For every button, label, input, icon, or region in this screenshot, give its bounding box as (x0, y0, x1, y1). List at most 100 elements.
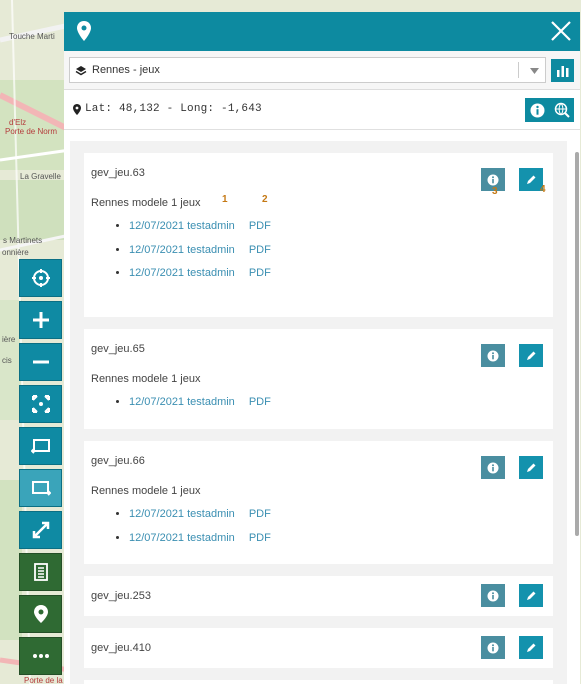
map-marker-icon (73, 104, 81, 115)
feature-card (84, 680, 553, 684)
pdf-link[interactable]: PDF (249, 220, 271, 232)
zoom-in-icon (32, 312, 49, 328)
pencil-icon (527, 463, 536, 472)
pencil-icon (527, 175, 536, 184)
close-icon[interactable] (550, 20, 572, 42)
info-icon[interactable] (530, 103, 545, 118)
map-label: Porte de Norm (5, 127, 58, 136)
feature-subtitle: Rennes modele 1 jeux (91, 197, 201, 209)
annotation-number: 4 (540, 184, 546, 195)
feature-subtitle: Rennes modele 1 jeux (91, 485, 201, 497)
document-item: 12/07/2021 testadmin PDF (129, 262, 553, 286)
document-item: 12/07/2021 testadmin PDF (129, 215, 553, 239)
feature-actions (467, 168, 543, 191)
layer-select[interactable]: Rennes - jeux (69, 57, 546, 83)
info-button[interactable] (481, 636, 505, 659)
info-icon (487, 590, 499, 601)
select-divider (518, 62, 519, 78)
pdf-link[interactable]: PDF (249, 532, 271, 544)
map-label: La Gravelle (20, 172, 61, 181)
edit-button[interactable] (519, 344, 543, 367)
pdf-link[interactable]: PDF (249, 508, 271, 520)
info-button[interactable] (481, 344, 505, 367)
fullscreen-button[interactable] (19, 511, 62, 549)
document-link[interactable]: 12/07/2021 testadmin (129, 267, 235, 279)
info-icon (487, 174, 499, 185)
next-extent-icon (31, 481, 51, 496)
map-label: onnière (2, 248, 29, 257)
pencil-icon (527, 351, 536, 360)
locate-button[interactable] (19, 259, 62, 297)
legend-list-button[interactable] (19, 553, 62, 591)
document-link[interactable]: 12/07/2021 testadmin (129, 532, 235, 544)
feature-card: gev_jeu.66 Rennes modele 1 jeux 12/07/20… (84, 441, 553, 564)
globe-search-icon[interactable] (554, 102, 570, 118)
layers-icon (75, 66, 87, 76)
feature-card: gev_jeu.63 Rennes modele 1 jeux 12/07/20… (84, 153, 553, 317)
feature-card: gev_jeu.410 (84, 628, 553, 668)
coordinates-row: Lat: 48,132 - Long: -1,643 (64, 90, 580, 130)
pdf-link[interactable]: PDF (249, 244, 271, 256)
document-link[interactable]: 12/07/2021 testadmin (129, 244, 235, 256)
feature-card: gev_jeu.65 Rennes modele 1 jeux 12/07/20… (84, 329, 553, 429)
zoom-in-button[interactable] (19, 301, 62, 339)
coordinates-actions (525, 98, 574, 122)
feature-list: gev_jeu.63 Rennes modele 1 jeux 12/07/20… (70, 141, 567, 684)
info-icon (487, 462, 499, 473)
full-extent-icon (31, 395, 50, 413)
feature-actions (467, 584, 543, 607)
document-item: 12/07/2021 testadmin PDF (129, 527, 553, 551)
feature-actions (467, 636, 543, 659)
feature-subtitle: Rennes modele 1 jeux (91, 373, 201, 385)
marker-button[interactable] (19, 595, 62, 633)
map-label: d'Elz (9, 118, 27, 127)
document-link[interactable]: 12/07/2021 testadmin (129, 396, 235, 408)
zoom-out-button[interactable] (19, 343, 62, 381)
pdf-link[interactable]: PDF (249, 396, 271, 408)
map-label: Touche Marti (9, 32, 55, 41)
map-label: cis (2, 356, 12, 365)
feature-info-panel: Rennes - jeux Lat: 48,132 - Long: -1,643 (64, 12, 580, 684)
edit-button[interactable] (519, 636, 543, 659)
annotation-number: 1 (222, 194, 228, 205)
stats-button[interactable] (551, 59, 574, 82)
feature-card: gev_jeu.253 (84, 576, 553, 616)
zoom-out-icon (32, 360, 49, 364)
map-label: s Martinets (3, 236, 43, 245)
panel-header (64, 12, 580, 51)
layer-row: Rennes - jeux (64, 51, 580, 90)
map-toolbar (19, 259, 62, 679)
pdf-link[interactable]: PDF (249, 267, 271, 279)
full-extent-button[interactable] (19, 385, 62, 423)
document-item: 12/07/2021 testadmin PDF (129, 239, 553, 263)
pencil-icon (527, 643, 536, 652)
more-button[interactable] (19, 637, 62, 675)
feature-actions (467, 456, 543, 479)
document-link[interactable]: 12/07/2021 testadmin (129, 508, 235, 520)
info-button[interactable] (481, 456, 505, 479)
layer-select-value: Rennes - jeux (92, 64, 160, 76)
annotation-number: 2 (262, 194, 268, 205)
document-list: 12/07/2021 testadmin PDF (84, 391, 553, 415)
bar-chart-icon (556, 65, 568, 77)
edit-button[interactable] (519, 456, 543, 479)
next-extent-button[interactable] (19, 469, 62, 507)
document-item: 12/07/2021 testadmin PDF (129, 391, 553, 415)
previous-extent-button[interactable] (19, 427, 62, 465)
edit-button[interactable] (519, 584, 543, 607)
more-icon (32, 654, 49, 658)
annotation-number: 3 (492, 186, 498, 197)
pencil-icon (527, 591, 536, 600)
locate-icon (31, 269, 50, 287)
info-icon (487, 642, 499, 653)
feature-actions (467, 344, 543, 367)
map-marker-icon (77, 21, 91, 41)
document-link[interactable]: 12/07/2021 testadmin (129, 220, 235, 232)
coordinates-text: Lat: 48,132 - Long: -1,643 (85, 103, 262, 115)
map-label: ière (2, 335, 16, 344)
info-icon (487, 350, 499, 361)
document-item: 12/07/2021 testadmin PDF (129, 503, 553, 527)
fullscreen-icon (32, 521, 49, 539)
scrollbar[interactable] (575, 152, 579, 536)
info-button[interactable] (481, 584, 505, 607)
